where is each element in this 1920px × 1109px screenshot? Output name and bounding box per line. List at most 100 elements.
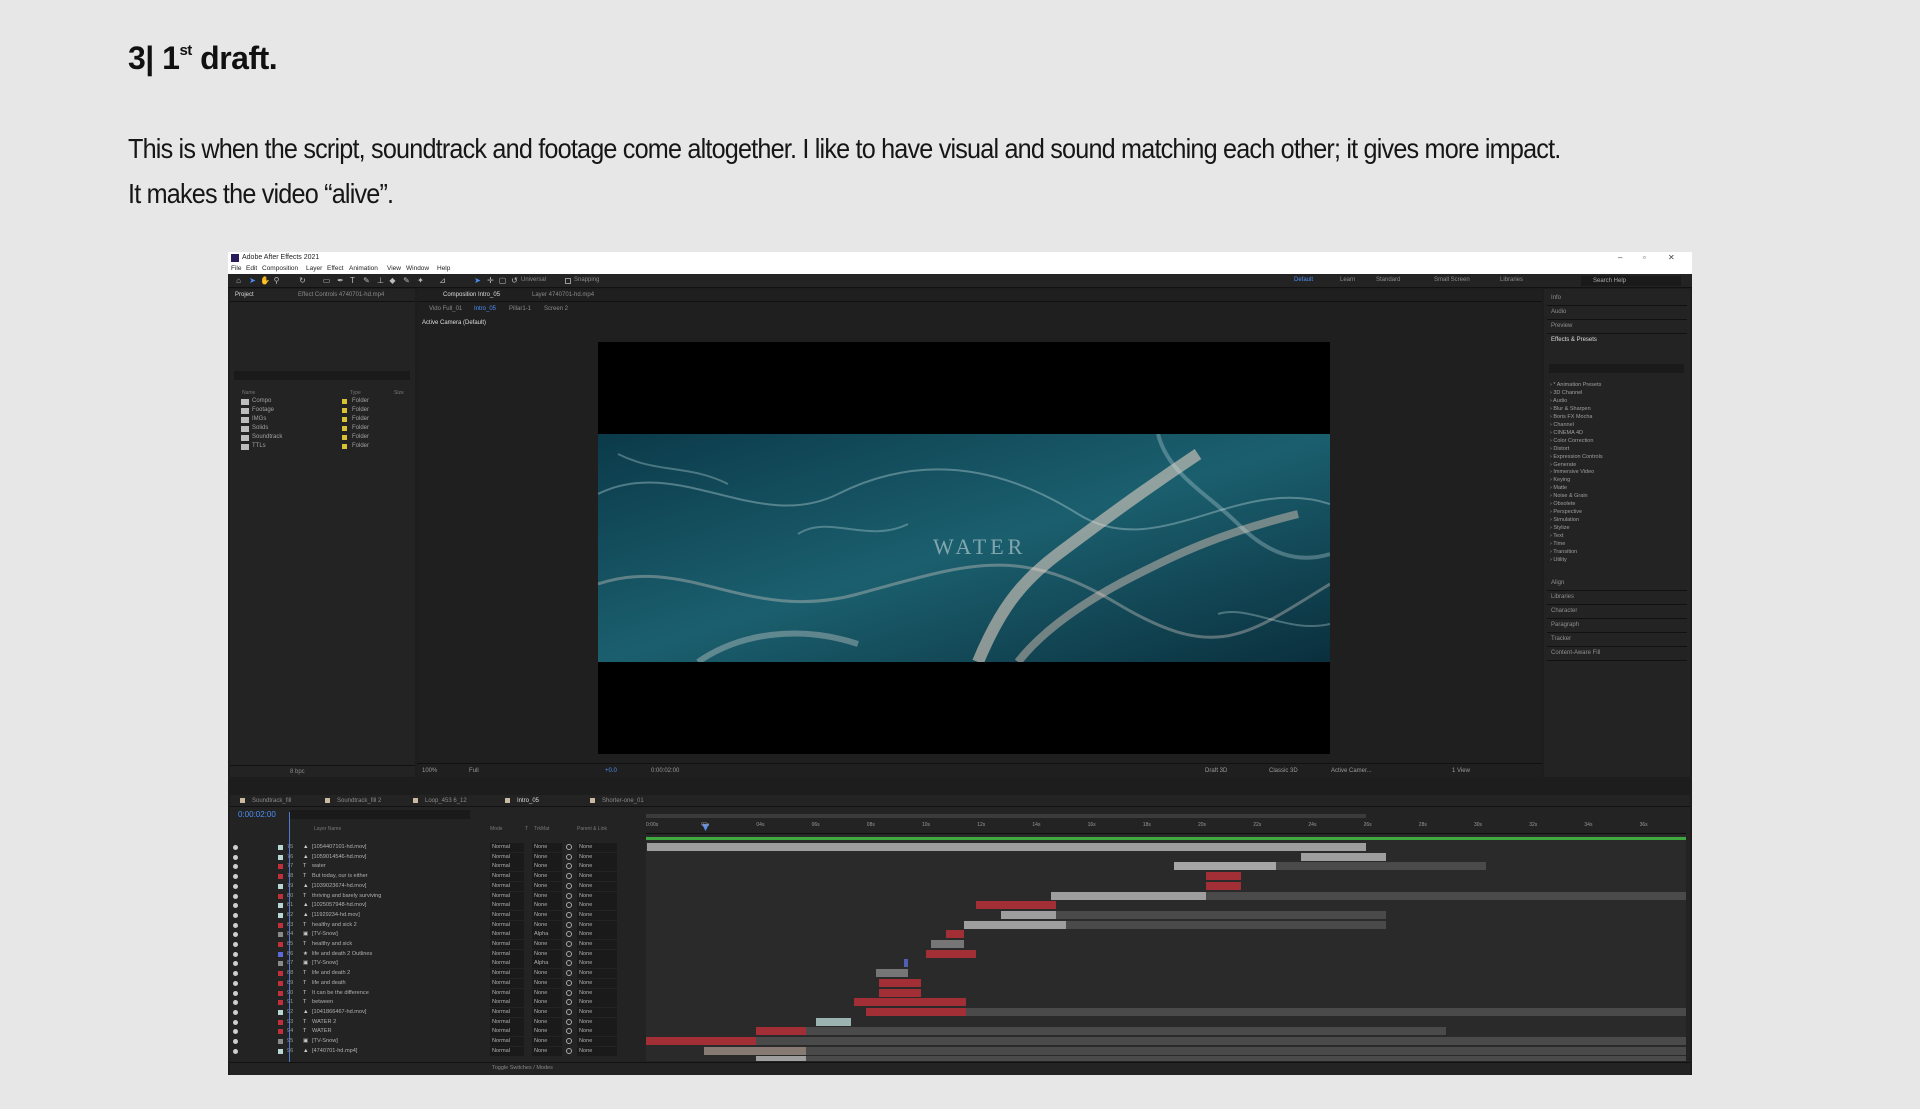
- breadcrumb-intro[interactable]: Intro_05: [474, 306, 496, 312]
- resolution-dropdown[interactable]: Full: [469, 768, 479, 774]
- layer-row[interactable]: 75 ▲ [1054407101-hd.mov] Normal None None: [230, 843, 640, 853]
- track-matte-dropdown[interactable]: None: [532, 988, 562, 998]
- label-color-swatch[interactable]: [278, 990, 283, 996]
- layer-time-bar[interactable]: [646, 1037, 756, 1045]
- menu-layer[interactable]: Layer: [306, 265, 322, 272]
- layer-row[interactable]: 88 Tlife and death 2 Normal None None: [230, 969, 640, 979]
- effect-category[interactable]: › Matte: [1550, 485, 1567, 491]
- parent-dropdown[interactable]: None: [577, 862, 617, 872]
- parent-dropdown[interactable]: None: [577, 872, 617, 882]
- label-color-swatch[interactable]: [278, 922, 283, 928]
- effect-category[interactable]: › Utility: [1550, 557, 1567, 563]
- view-layout-dropdown[interactable]: 1 View: [1452, 768, 1470, 774]
- label-color-swatch[interactable]: [278, 980, 283, 986]
- zoom-tool-icon[interactable]: ⚲: [272, 276, 281, 285]
- label-color-swatch[interactable]: [278, 845, 283, 850]
- layer-name[interactable]: [1059014546-hd.mov]: [312, 854, 366, 860]
- visibility-eye-icon[interactable]: [233, 971, 238, 977]
- panel-effects-presets[interactable]: Effects & Presets: [1551, 337, 1597, 343]
- track-matte-dropdown[interactable]: None: [532, 1027, 562, 1037]
- workspace-libraries[interactable]: Libraries: [1500, 277, 1523, 283]
- box-tool-icon[interactable]: ▢: [498, 276, 507, 285]
- visibility-eye-icon[interactable]: [233, 912, 238, 918]
- panel-tracker[interactable]: Tracker: [1551, 636, 1571, 642]
- effect-category[interactable]: › Expression Controls: [1550, 454, 1603, 460]
- layer-name[interactable]: [TV-Snow]: [312, 960, 338, 966]
- toggle-switches-modes[interactable]: Toggle Switches / Modes: [492, 1065, 553, 1071]
- blend-mode-dropdown[interactable]: Normal: [490, 891, 524, 901]
- parent-dropdown[interactable]: None: [577, 1037, 617, 1046]
- effect-category[interactable]: › Keying: [1550, 477, 1570, 483]
- parent-pickwhip-icon[interactable]: [566, 999, 572, 1006]
- blend-mode-dropdown[interactable]: Normal: [490, 969, 524, 979]
- effect-category[interactable]: › Simulation: [1550, 517, 1579, 523]
- blend-mode-dropdown[interactable]: Normal: [490, 940, 524, 949]
- blend-mode-dropdown[interactable]: Normal: [490, 910, 524, 920]
- timeline-tab[interactable]: Loop_453 6_12: [425, 798, 467, 804]
- blend-mode-dropdown[interactable]: Normal: [490, 901, 524, 911]
- blend-mode-dropdown[interactable]: Normal: [490, 998, 524, 1008]
- project-search-input[interactable]: [234, 371, 410, 380]
- blend-mode-dropdown[interactable]: Normal: [490, 852, 524, 862]
- layer-name[interactable]: [1039023674-hd.mov]: [312, 883, 366, 889]
- track-matte-dropdown[interactable]: None: [532, 920, 562, 930]
- effect-category[interactable]: › 3D Channel: [1550, 390, 1582, 396]
- effect-category[interactable]: › Time: [1550, 541, 1565, 547]
- header-trkmat[interactable]: TrkMat: [534, 826, 549, 832]
- visibility-eye-icon[interactable]: [233, 854, 238, 860]
- effects-search-input[interactable]: [1549, 364, 1684, 373]
- parent-pickwhip-icon[interactable]: [566, 931, 572, 938]
- layer-name[interactable]: [1054407101-hd.mov]: [312, 844, 366, 850]
- layer-name[interactable]: [11929234-hd.mov]: [312, 912, 360, 918]
- layer-time-bar[interactable]: [976, 901, 1056, 910]
- parent-dropdown[interactable]: None: [577, 910, 617, 920]
- label-color-swatch[interactable]: [278, 1048, 283, 1054]
- effect-category[interactable]: › Channel: [1550, 422, 1574, 428]
- parent-dropdown[interactable]: None: [577, 949, 617, 959]
- playhead-line[interactable]: [289, 812, 290, 1062]
- maximize-icon[interactable]: ▫: [1643, 253, 1646, 262]
- layer-row[interactable]: 84 ▣ [TV-Snow] Normal Alpha None: [230, 930, 640, 940]
- parent-dropdown[interactable]: None: [577, 843, 617, 852]
- header-mode[interactable]: Mode: [490, 826, 503, 832]
- track-matte-dropdown[interactable]: None: [532, 852, 562, 862]
- label-color-swatch[interactable]: [278, 1000, 283, 1006]
- layer-name[interactable]: [1041866467-hd.mov]: [312, 1009, 366, 1015]
- timeline-tab[interactable]: Soundtrack_fill 2: [337, 798, 381, 804]
- layer-name[interactable]: water: [312, 863, 326, 869]
- menu-composition[interactable]: Composition: [262, 265, 298, 272]
- parent-pickwhip-icon[interactable]: [566, 1018, 572, 1025]
- layer-row[interactable]: 82 ▲ [11929234-hd.mov] Normal None None: [230, 910, 640, 921]
- label-color-swatch[interactable]: [278, 961, 283, 967]
- layer-time-bar[interactable]: [647, 843, 1366, 851]
- layer-row[interactable]: 81 ▲ [1025057948-hd.mov] Normal None None: [230, 901, 640, 911]
- parent-dropdown[interactable]: None: [577, 920, 617, 930]
- menu-view[interactable]: View: [387, 265, 401, 272]
- layer-row[interactable]: 76 ▲ [1059014546-hd.mov] Normal None None: [230, 852, 640, 863]
- panel-character[interactable]: Character: [1551, 608, 1577, 614]
- blend-mode-dropdown[interactable]: Normal: [490, 920, 524, 930]
- layer-row[interactable]: 80 Tthriving and barely surviving Normal No…: [230, 891, 640, 902]
- panel-content-aware-fill[interactable]: Content-Aware Fill: [1551, 650, 1600, 656]
- effect-category[interactable]: › Perspective: [1550, 509, 1582, 515]
- label-color-swatch[interactable]: [278, 883, 283, 889]
- layer-name[interactable]: WATER 2: [312, 1019, 336, 1025]
- label-color-swatch[interactable]: [278, 864, 283, 870]
- visibility-eye-icon[interactable]: [233, 883, 238, 889]
- snapping-checkbox[interactable]: [565, 278, 571, 284]
- parent-dropdown[interactable]: None: [577, 940, 617, 949]
- menu-effect[interactable]: Effect: [327, 265, 344, 272]
- effect-category[interactable]: › Color Correction: [1550, 438, 1593, 444]
- parent-pickwhip-icon[interactable]: [566, 989, 572, 996]
- layer-row[interactable]: 91 Tbetween Normal None None: [230, 998, 640, 1008]
- current-time-label[interactable]: 0:00:02:00: [651, 768, 679, 774]
- track-matte-dropdown[interactable]: None: [532, 862, 562, 872]
- layer-name[interactable]: It can be the difference: [312, 990, 369, 996]
- layer-row[interactable]: 83 Thealthy and sick 2 Normal None None: [230, 920, 640, 931]
- project-item-ttls[interactable]: TTLs Folder: [238, 442, 414, 452]
- track-matte-dropdown[interactable]: None: [532, 1037, 562, 1046]
- close-icon[interactable]: ✕: [1668, 253, 1675, 262]
- parent-dropdown[interactable]: None: [577, 881, 617, 891]
- layer-name[interactable]: healthy and sick: [312, 941, 352, 947]
- workspace-standard[interactable]: Standard: [1376, 277, 1400, 283]
